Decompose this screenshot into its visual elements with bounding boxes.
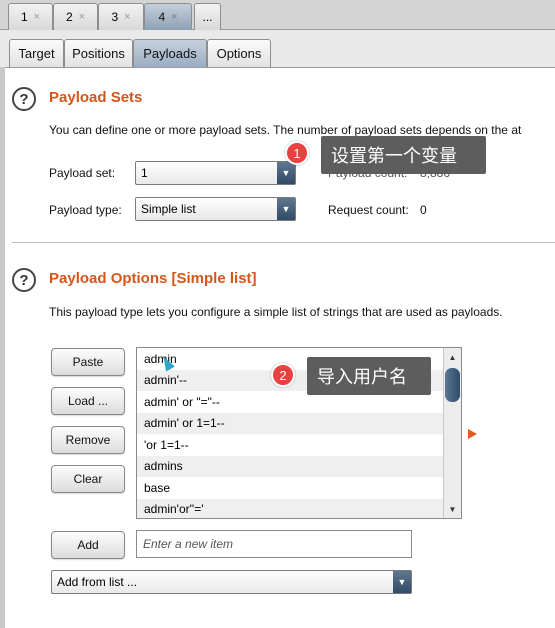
payload-set-value: 1 [141,166,148,180]
payload-set-label: Payload set: [49,166,116,180]
scroll-up-icon[interactable]: ▲ [444,349,461,365]
annotation-callout-1: 设置第一个变量 [321,136,486,174]
tab-number: 2 [65,10,73,24]
section-divider [12,242,555,243]
load-button[interactable]: Load ... [51,387,125,415]
payload-options-title: Payload Options [Simple list] [49,270,257,287]
close-icon[interactable]: × [79,11,85,23]
remove-button[interactable]: Remove [51,426,125,454]
question-circle-icon[interactable]: ? [12,268,36,292]
tab-positions[interactable]: Positions [64,39,133,67]
request-tab-4[interactable]: 4 × [144,3,192,30]
new-item-input[interactable]: Enter a new item [136,530,412,558]
payload-sets-title: Payload Sets [49,89,143,106]
tab-options[interactable]: Options [207,39,271,67]
callout-text: 导入用户名 [317,367,407,387]
triangle-down-icon: ▼ [393,571,411,593]
add-from-list-label: Add from list ... [57,575,138,589]
request-tab-3[interactable]: 3 × [98,3,144,30]
scroll-down-icon[interactable]: ▼ [444,501,461,517]
annotation-badge-2: 2 [271,363,295,387]
payload-type-select[interactable]: Simple list ▼ [135,197,296,221]
tab-number: 3 [111,10,119,24]
tab-number: 1 [20,10,28,24]
close-icon[interactable]: × [34,11,40,23]
question-circle-icon[interactable]: ? [12,87,36,111]
list-item[interactable]: 'or 1=1-- [137,434,443,456]
request-count-label: Request count: [328,203,409,217]
annotation-badge-1: 1 [285,141,309,165]
payload-sets-description: You can define one or more payload sets.… [49,123,522,137]
add-from-list-select[interactable]: Add from list ... ▼ [51,570,412,594]
close-icon[interactable]: × [124,11,130,23]
close-icon[interactable]: × [171,11,177,23]
request-tab-1[interactable]: 1 × [8,3,53,30]
triangle-down-icon: ▼ [277,198,295,220]
paste-button[interactable]: Paste [51,348,125,376]
list-scrollbar[interactable]: ▲ ▼ [443,348,461,518]
new-tab-label: ... [202,10,213,24]
tab-target[interactable]: Target [9,39,64,67]
list-item[interactable]: admin'or''=' [137,498,443,518]
panel-border [0,67,5,628]
tab-number: 4 [158,10,166,24]
payload-type-label: Payload type: [49,203,122,217]
triangle-down-icon: ▼ [277,162,295,184]
clear-button[interactable]: Clear [51,465,125,493]
annotation-callout-2: 导入用户名 [307,357,431,395]
request-tab-2[interactable]: 2 × [53,3,98,30]
scroll-thumb[interactable] [445,368,460,402]
list-item[interactable]: admins [137,455,443,477]
new-tab-button[interactable]: ... [194,3,221,30]
payload-set-select[interactable]: 1 ▼ [135,161,296,185]
callout-text: 设置第一个变量 [331,146,457,166]
expand-arrow-icon[interactable] [468,429,477,439]
list-item[interactable]: base [137,477,443,499]
intruder-tab-bar: Target Positions Payloads Options [0,30,555,68]
tab-payloads[interactable]: Payloads [133,39,207,67]
request-tab-bar: 1 × 2 × 3 × 4 × ... [0,0,555,30]
add-button[interactable]: Add [51,531,125,559]
list-item[interactable]: admin' or 1=1-- [137,412,443,434]
payload-type-value: Simple list [141,202,196,216]
payload-options-description: This payload type lets you configure a s… [49,305,503,319]
request-count-value: 0 [420,203,427,217]
